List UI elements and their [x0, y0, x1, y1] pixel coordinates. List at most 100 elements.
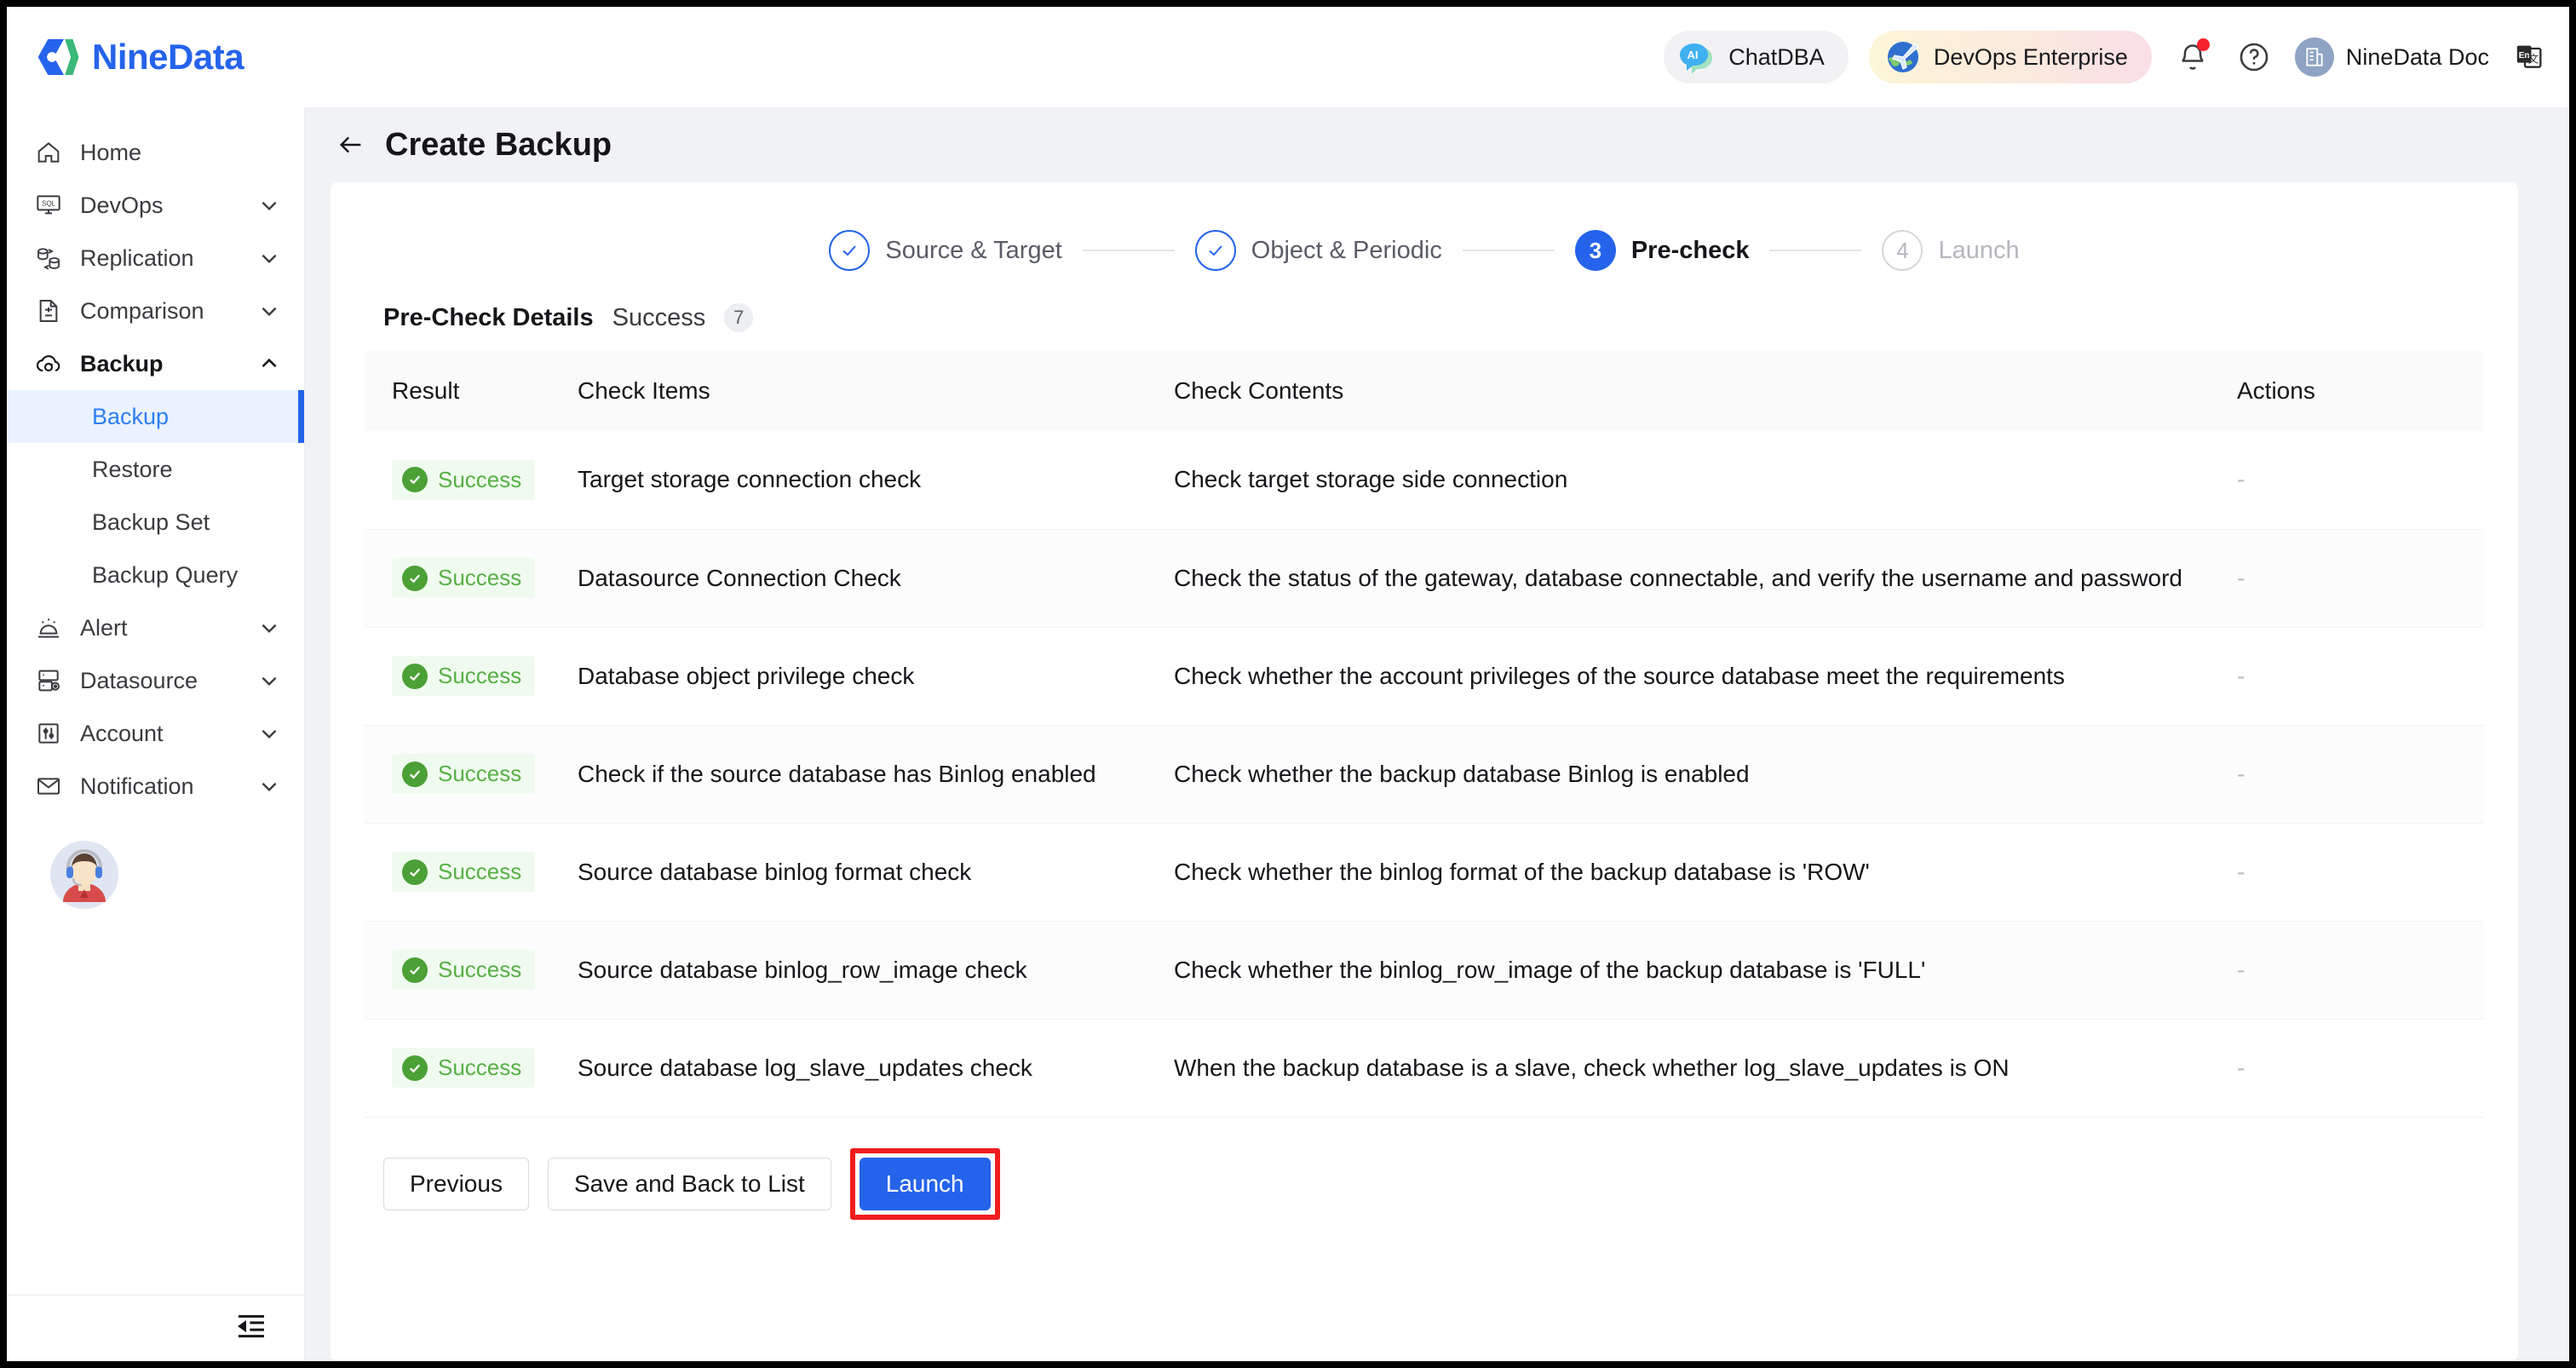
cell-actions: -	[2228, 1019, 2484, 1118]
language-switch-button[interactable]: En 文	[2510, 37, 2549, 77]
table-row: Success Datasource Connection Check Chec…	[365, 529, 2484, 628]
cell-check-item: Source database log_slave_updates check	[578, 1019, 1174, 1118]
check-circle-icon	[402, 1055, 428, 1081]
step-launch[interactable]: 4 Launch	[1882, 230, 2020, 271]
precheck-table: Result Check Items Check Contents Action…	[365, 351, 2484, 1118]
question-mark-icon	[2240, 43, 2268, 72]
ninedata-doc-button[interactable]: NineData Doc	[2294, 37, 2489, 77]
sidebar-item-home[interactable]: Home	[7, 126, 304, 179]
page-title: Create Backup	[385, 126, 612, 163]
check-circle-icon	[402, 663, 428, 689]
support-agent-button[interactable]	[7, 813, 304, 938]
save-and-back-to-list-button[interactable]: Save and Back to List	[547, 1157, 831, 1210]
sidebar-subitem-backup-query[interactable]: Backup Query	[7, 549, 304, 601]
sidebar-item-label: Home	[80, 139, 142, 165]
help-button[interactable]	[2234, 37, 2274, 78]
sidebar-subitem-label: Backup Query	[92, 561, 239, 588]
cell-check-contents: Check the status of the gateway, databas…	[1174, 529, 2228, 628]
devops-enterprise-button[interactable]: DevOps Enterprise	[1868, 31, 2152, 83]
sidebar-subitem-restore[interactable]: Restore	[7, 443, 304, 496]
top-header-bar: NineData AI ChatDBA DevOps Enterprise Ni…	[7, 7, 2569, 107]
table-row: Success Source database binlog_row_image…	[365, 921, 2484, 1020]
table-row: Success Source database binlog format ch…	[365, 823, 2484, 922]
devops-globe-plane-icon	[1887, 42, 1919, 72]
sidebar-subitem-backup-set[interactable]: Backup Set	[7, 496, 304, 549]
status-badge: Success	[392, 754, 536, 794]
status-badge-label: Success	[438, 859, 522, 884]
precheck-status-label: Success	[612, 303, 706, 331]
status-badge-label: Success	[438, 957, 522, 982]
brand-name: NineData	[92, 37, 244, 77]
sidebar-subitem-label: Backup Set	[92, 509, 210, 535]
left-sidebar: Home SQL DevOps Replication Comparison B…	[7, 107, 305, 1361]
chevron-down-icon	[262, 729, 277, 739]
notification-icon	[34, 772, 63, 801]
cell-check-item: Source database binlog_row_image check	[578, 921, 1174, 1020]
sidebar-subitem-label: Backup	[92, 403, 170, 429]
header-actions: AI ChatDBA DevOps Enterprise NineData Do…	[1664, 7, 2549, 107]
chatdba-ai-icon: AI	[1680, 43, 1713, 74]
sql-monitor-icon: SQL	[34, 191, 63, 220]
page-header: Create Backup	[305, 107, 2569, 182]
status-badge-label: Success	[438, 1055, 522, 1080]
chatdba-button[interactable]: AI ChatDBA	[1664, 31, 1849, 83]
cell-check-contents: Check target storage side connection	[1174, 431, 2228, 530]
column-header-actions: Actions	[2228, 351, 2484, 431]
table-row: Success Target storage connection check …	[365, 431, 2484, 530]
cell-result: Success	[365, 1019, 578, 1118]
app-body: Home SQL DevOps Replication Comparison B…	[7, 107, 2569, 1361]
chatdba-label: ChatDBA	[1728, 43, 1825, 70]
notifications-bell-button[interactable]	[2172, 37, 2213, 78]
step-4-label: Launch	[1938, 236, 2020, 264]
sidebar-item-comparison[interactable]: Comparison	[7, 285, 304, 337]
cell-check-contents: Check whether the backup database Binlog…	[1174, 725, 2228, 824]
replication-icon	[34, 244, 63, 273]
sidebar-item-notification[interactable]: Notification	[7, 760, 304, 813]
main-content: Create Backup Source & Target Object & P…	[305, 107, 2569, 1361]
account-icon	[34, 719, 63, 748]
sidebar-item-devops[interactable]: SQL DevOps	[7, 179, 304, 232]
back-button[interactable]	[336, 129, 366, 160]
precheck-details-title: Pre-Check Details	[383, 303, 594, 331]
launch-button[interactable]: Launch	[859, 1157, 991, 1210]
step-3-label: Pre-check	[1630, 236, 1750, 264]
sidebar-item-label: Replication	[80, 244, 194, 271]
cell-actions: -	[2228, 725, 2484, 824]
chevron-down-icon	[262, 782, 277, 792]
step-source-target[interactable]: Source & Target	[829, 230, 1062, 271]
sidebar-item-replication[interactable]: Replication	[7, 232, 304, 285]
brand-logo-area[interactable]: NineData	[7, 33, 244, 81]
comparison-icon	[34, 296, 63, 325]
sidebar-item-label: Datasource	[80, 667, 198, 693]
collapse-sidebar-button[interactable]	[234, 1309, 268, 1348]
precheck-count-badge: 7	[724, 303, 754, 332]
column-header-result: Result	[365, 351, 578, 431]
sidebar-item-account[interactable]: Account	[7, 707, 304, 760]
previous-button[interactable]: Previous	[383, 1157, 529, 1210]
chevron-down-icon	[262, 307, 277, 317]
step-2-check-icon	[1194, 230, 1236, 271]
cell-check-item: Datasource Connection Check	[578, 529, 1174, 628]
sidebar-item-label: Backup	[80, 350, 164, 376]
cell-actions: -	[2228, 627, 2484, 726]
status-badge-label: Success	[438, 761, 522, 786]
sidebar-subitem-backup[interactable]: Backup	[7, 390, 304, 443]
cell-actions: -	[2228, 529, 2484, 628]
chevron-down-icon	[262, 201, 277, 211]
sidebar-item-label: Comparison	[80, 297, 204, 324]
arrow-left-icon	[339, 136, 361, 153]
sidebar-item-backup[interactable]: Backup	[7, 337, 304, 390]
step-precheck[interactable]: 3 Pre-check	[1574, 230, 1750, 271]
status-badge: Success	[392, 656, 536, 696]
step-object-periodic[interactable]: Object & Periodic	[1194, 230, 1442, 271]
ninedata-logo-icon	[37, 39, 79, 75]
chevron-down-icon	[262, 624, 277, 634]
chevron-down-icon	[262, 676, 277, 687]
step-1-check-icon	[829, 230, 871, 271]
step-3-number: 3	[1574, 230, 1616, 271]
sidebar-item-alert[interactable]: Alert	[7, 601, 304, 654]
svg-text:AI: AI	[1688, 49, 1699, 61]
table-header-row: Result Check Items Check Contents Action…	[365, 351, 2484, 431]
sidebar-item-datasource[interactable]: Datasource	[7, 654, 304, 707]
cell-result: Success	[365, 725, 578, 824]
